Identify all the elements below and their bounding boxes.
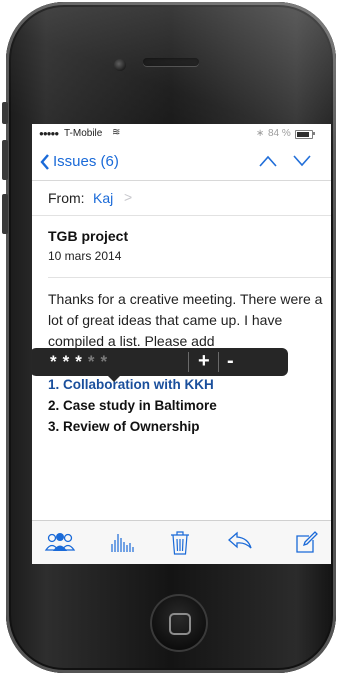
decrease-rating-button[interactable]: - <box>227 350 234 373</box>
carrier-name: T-Mobile <box>64 128 103 139</box>
battery-icon <box>295 130 313 139</box>
list-item[interactable]: 1. Collaboration with KKH <box>48 374 217 395</box>
message-date: 10 mars 2014 <box>48 249 122 263</box>
rating-popup: ***** + - <box>32 348 288 382</box>
stats-icon[interactable] <box>109 531 135 553</box>
popup-pointer <box>107 375 121 382</box>
signal-strength: ●●●●● <box>39 129 59 138</box>
next-message-icon[interactable] <box>292 154 312 168</box>
message-body: Thanks for a creative meeting. There wer… <box>48 291 323 349</box>
star-icon[interactable]: * <box>101 352 114 372</box>
increase-rating-button[interactable]: + <box>198 350 210 373</box>
sender-name[interactable]: Kaj <box>93 190 113 206</box>
back-button-label: Issues (6) <box>53 153 119 170</box>
list-item[interactable]: 3. Review of Ownership <box>48 416 217 437</box>
list-item[interactable]: 2. Case study in Baltimore <box>48 395 217 416</box>
volume-down-button <box>2 194 8 234</box>
navigation-bar: Issues (6) <box>32 144 331 181</box>
front-camera <box>114 59 126 71</box>
previous-message-icon[interactable] <box>258 154 278 168</box>
star-icon[interactable]: * <box>50 352 63 372</box>
back-button[interactable]: Issues (6) <box>40 153 119 170</box>
battery-percent: 84 % <box>268 128 291 139</box>
message-subject: TGB project <box>48 228 129 244</box>
home-button[interactable] <box>150 594 208 652</box>
star-icon[interactable]: * <box>75 352 88 372</box>
star-icon[interactable]: * <box>63 352 76 372</box>
from-row: From: Kaj > <box>32 181 331 216</box>
bluetooth-icon: ∗ <box>256 128 265 139</box>
star-icon[interactable]: * <box>88 352 101 372</box>
idea-list: 1. Collaboration with KKH 2. Case study … <box>48 374 217 437</box>
volume-up-button <box>2 140 8 180</box>
status-bar: ●●●●● T-Mobile ≋ ∗ 84 % <box>32 124 331 144</box>
popup-divider <box>218 352 219 372</box>
compose-icon[interactable] <box>294 531 318 555</box>
mute-switch <box>2 102 8 124</box>
header-divider <box>48 277 331 278</box>
popup-divider <box>188 352 189 372</box>
reply-icon[interactable] <box>227 531 253 551</box>
chevron-left-icon <box>40 153 49 170</box>
bottom-toolbar <box>32 520 331 564</box>
trash-icon[interactable] <box>170 531 190 555</box>
wifi-icon: ≋ <box>112 127 121 138</box>
battery-tip <box>313 132 315 135</box>
star-rating: ***** <box>50 352 113 372</box>
earpiece-speaker <box>143 58 199 66</box>
from-label: From: <box>48 190 85 206</box>
battery-fill <box>297 132 309 137</box>
contacts-icon[interactable] <box>44 531 76 553</box>
home-square-icon <box>169 613 191 635</box>
chevron-right-icon: > <box>124 189 133 205</box>
screen: ●●●●● T-Mobile ≋ ∗ 84 % Issues (6) From:… <box>32 124 331 564</box>
